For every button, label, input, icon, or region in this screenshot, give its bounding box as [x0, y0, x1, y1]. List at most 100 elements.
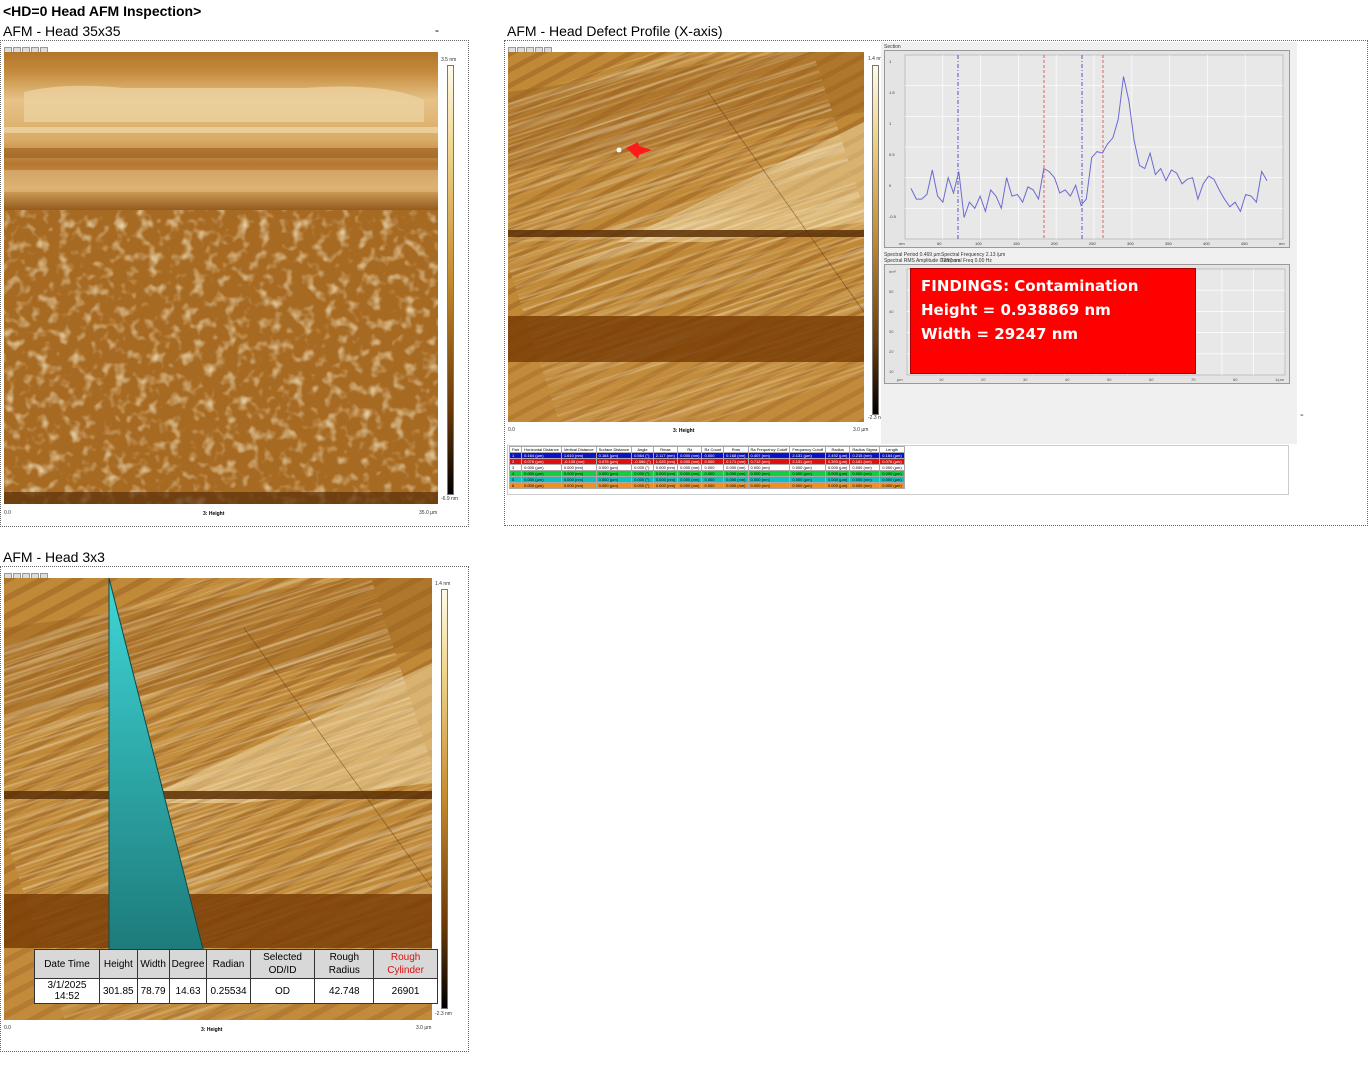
page-title: <HD=0 Head AFM Inspection> [3, 3, 202, 19]
measurement-value-cell: 0.25534 [206, 978, 251, 1004]
psd-y-tick-label: 30 [889, 329, 894, 334]
table-row[interactable]: 1 0.164 (µm) 1.610 (nm) 0.164 (µm) 0.564 (°)… [508, 452, 905, 459]
cursor-table-header-cell: Ra Frequency Cutoff [747, 446, 791, 453]
measurement-value-cell: 78.79 [136, 978, 170, 1004]
head35-toolbar[interactable] [4, 42, 49, 55]
head3-panel-title: AFM - Head 3x3 [3, 549, 105, 565]
table-cell: 0.000 (nm) [677, 452, 703, 459]
cursor-table: Pair Horizontal Distance Vertical Distance… [508, 446, 905, 489]
x-tick-label: 400 [1203, 241, 1210, 246]
table-cell: 0.000 (µm) [879, 482, 905, 489]
y-tick-label: 0 [889, 183, 892, 188]
table-row[interactable]: 6 0.000 (µm) 0.000 (nm) 0.000 (µm) 0.000 (°)… [508, 482, 905, 489]
table-row[interactable]: 3 0.000 (µm) 0.000 (nm) 0.000 (µm) 0.000 (°)… [508, 464, 905, 471]
cursor-table-wrap: Pair Horizontal Distance Vertical Distance… [507, 445, 1289, 495]
table-cell: 0.000 (nm) [652, 464, 679, 471]
table-cell: 0.000 (µm) [824, 476, 851, 483]
table-row[interactable]: 2 0.076 (µm) -0.105 (nm) 0.076 (µm) -0.586 (… [508, 458, 905, 465]
defect-panel-title: AFM - Head Defect Profile (X-axis) [507, 23, 723, 39]
table-cell: 0.000 (µm) [879, 464, 905, 471]
head35-scale-top: 3.5 nm [441, 57, 457, 63]
table-cell: 0.000 (µm) [824, 482, 851, 489]
measurement-table-header: Date Time Height Width Degree Radian Selected… [34, 949, 438, 979]
measurement-header-cell: Date Time [34, 949, 100, 979]
measurement-value-cell: 301.85 [99, 978, 138, 1004]
measurement-header-cell: Degree [168, 949, 208, 979]
head3-x-label: 3: Height [201, 1027, 223, 1033]
measurement-value-cell: 14.63 [168, 978, 208, 1004]
table-cell: 0.000 (nm) [652, 476, 679, 483]
table-cell: 0.000 (nm) [849, 482, 881, 489]
measurement-header-cell: Rough Radius [314, 949, 375, 979]
head3-toolbar[interactable] [4, 568, 49, 581]
table-cell: 0.393 (µm) [824, 458, 851, 465]
measurement-header-cell: Selected OD/ID [249, 949, 316, 979]
head3-scale-bottom: -2.3 nm [435, 1011, 452, 1017]
cursor-table-header-cell: Frequency Cutoff [789, 446, 826, 453]
head35-panel-title: AFM - Head 35x35 [3, 23, 121, 39]
head3-scale-top: 1.4 nm [435, 581, 451, 587]
psd-y-tick-label: 50 [889, 289, 894, 294]
table-cell: 0.000 (nm) [677, 464, 703, 471]
cursor-table-header-cell: Horizontal Distance [521, 446, 562, 453]
table-cell: 0.000 (nm) [677, 482, 703, 489]
measurement-header-cell: Width [136, 949, 170, 979]
psd-x-tick-label: 70 [1191, 377, 1196, 382]
measurement-table: Date Time Height Width Degree Radian Selected… [34, 949, 438, 1004]
psd-x-tick-label: 80 [1233, 377, 1238, 382]
defect-right-dash: - [1300, 409, 1304, 421]
table-cell: 1.020 (nm) [652, 458, 679, 465]
defect-afm-image[interactable] [508, 52, 864, 422]
table-cell: 0.000 (nm) [747, 482, 791, 489]
measurement-header-cell: Radian [206, 949, 251, 979]
head3-x-start: 0.0 [4, 1025, 11, 1031]
profile-svg: 1 1.5 1 0.5 0 -0.5 nm 50 100 150 200 250 300 350 400 4… [889, 54, 1285, 246]
head35-x-start: 0.0 [4, 510, 11, 516]
cursor-table-header-cell: Rz Count [701, 446, 725, 453]
table-cell: 0.000 (nm) [652, 470, 679, 477]
measurement-value-cell: 26901 [373, 978, 438, 1004]
head35-frame: 3.5 nm -6.9 nm 0.0 3: Height 35.0 µm [0, 40, 469, 527]
x-tick-label: 50 [937, 241, 942, 246]
table-cell: 0.000 (µm) [789, 482, 826, 489]
head35-afm-image[interactable] [4, 52, 438, 504]
table-cell: -0.586 (°) [631, 458, 654, 465]
psd-x-tick-label: 30 [1023, 377, 1028, 382]
table-cell: 0.000 (°) [631, 482, 654, 489]
section-profile-plot[interactable]: 1 1.5 1 0.5 0 -0.5 nm 50 100 150 200 250 300 350 400 4… [884, 50, 1290, 248]
table-cell: 0.000 (µm) [879, 476, 905, 483]
y-tick-label: 0.5 [889, 152, 895, 157]
table-row[interactable]: 5 0.000 (µm) 0.000 (nm) 0.000 (µm) 0.000 (°)… [508, 476, 905, 483]
table-cell: 0.168 (nm) [723, 452, 749, 459]
table-cell: 0.000 (µm) [879, 470, 905, 477]
psd-y-tick-label: nm² [889, 269, 897, 274]
table-cell: 6 [508, 482, 523, 489]
table-cell: 2.492 (µm) [824, 452, 851, 459]
table-cell: 0.076 (µm) [879, 458, 905, 465]
table-cell: 0.000 (nm) [652, 482, 679, 489]
y-tick-label: 1 [889, 59, 892, 64]
table-cell: 0.000 [701, 482, 725, 489]
psd-x-tick-label: µm [897, 377, 903, 382]
measurement-header-cell: Rough Cylinder [373, 949, 438, 979]
table-cell: 0.000 (µm) [824, 464, 851, 471]
y-tick-label: -0.5 [889, 214, 897, 219]
table-row[interactable]: 4 0.000 (µm) 0.000 (nm) 0.000 (µm) 0.000 (°)… [508, 470, 905, 477]
table-cell: 0.164 (µm) [879, 452, 905, 459]
head35-color-scale [447, 65, 454, 495]
measurement-value-cell: OD [249, 978, 316, 1004]
psd-x-tick-label: 10 [939, 377, 944, 382]
y-tick-label: 1 [889, 121, 892, 126]
x-tick-label: nm [899, 241, 905, 246]
table-cell: 0.000 (nm) [723, 476, 749, 483]
table-cell: 0.000 (µm) [824, 470, 851, 477]
defect-toolbar[interactable] [508, 42, 553, 55]
table-cell: 0.000 (nm) [723, 470, 749, 477]
measurement-header-cell: Height [99, 949, 138, 979]
x-tick-label: 300 [1127, 241, 1134, 246]
psd-y-tick-label: 20 [889, 349, 894, 354]
table-cell: 0.000 (µm) [521, 482, 562, 489]
defect-color-scale [872, 65, 879, 415]
head3-color-scale [441, 589, 448, 1009]
findings-callout: FINDINGS: Contamination Height = 0.93886… [910, 268, 1196, 374]
